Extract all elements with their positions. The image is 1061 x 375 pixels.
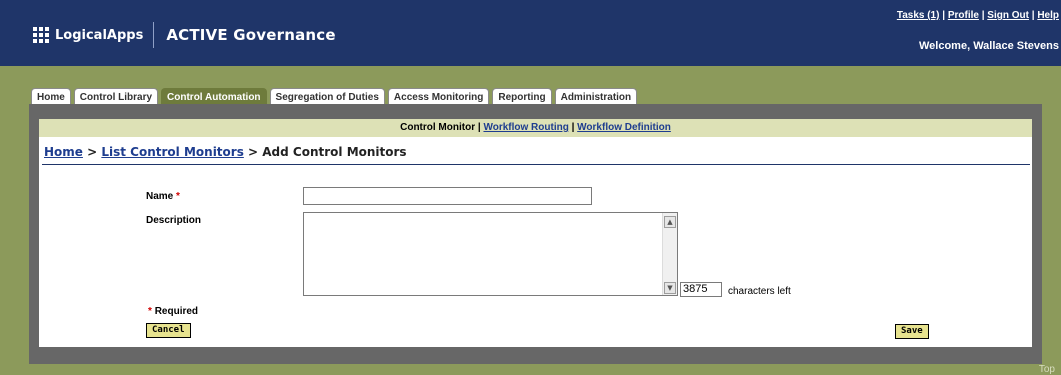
required-note-asterisk: * <box>148 306 152 317</box>
subnav-separator: | <box>568 122 578 133</box>
breadcrumb-separator: > <box>243 145 263 159</box>
main-tabs: Home Control Library Control Automation … <box>31 88 640 104</box>
description-label: Description <box>146 215 202 226</box>
breadcrumb-list-control-monitors-link[interactable]: List Control Monitors <box>101 145 243 159</box>
scroll-down-icon[interactable]: ▼ <box>664 282 676 294</box>
product-name: ACTIVE Governance <box>166 26 336 44</box>
logo-text: LogicalApps <box>55 27 144 43</box>
required-asterisk: * <box>176 191 180 202</box>
logo-divider <box>153 22 155 48</box>
help-link[interactable]: Help <box>1037 10 1059 21</box>
back-to-top-link[interactable]: Top <box>1039 364 1055 375</box>
breadcrumb-current: Add Control Monitors <box>262 145 407 159</box>
app-header: LogicalApps ACTIVE Governance Tasks (1) … <box>0 0 1061 66</box>
sub-navigation: Control Monitor | Workflow Routing | Wor… <box>39 119 1032 137</box>
name-label: Name * <box>146 191 180 202</box>
required-note: * Required <box>148 306 198 317</box>
tab-administration[interactable]: Administration <box>554 88 638 104</box>
tab-control-automation[interactable]: Control Automation <box>161 88 267 104</box>
breadcrumb: Home > List Control Monitors > Add Contr… <box>44 145 407 159</box>
subnav-workflow-routing-link[interactable]: Workflow Routing <box>483 122 568 133</box>
tab-reporting[interactable]: Reporting <box>492 88 552 104</box>
subnav-control-monitor: Control Monitor <box>400 122 476 133</box>
name-input[interactable] <box>303 187 592 205</box>
characters-left-label: characters left <box>728 286 791 297</box>
profile-link[interactable]: Profile <box>948 10 979 21</box>
description-scrollbar[interactable]: ▲ ▼ <box>662 213 677 295</box>
link-separator: | <box>939 10 948 21</box>
characters-left-counter: 3875 <box>680 282 722 297</box>
welcome-message: Welcome, Wallace Stevens <box>918 40 1059 52</box>
top-links: Tasks (1) | Profile | Sign Out | Help <box>897 10 1059 21</box>
tab-segregation-of-duties[interactable]: Segregation of Duties <box>269 88 385 104</box>
scroll-up-icon[interactable]: ▲ <box>664 216 676 228</box>
tasks-link[interactable]: Tasks (1) <box>897 10 940 21</box>
description-textarea[interactable] <box>304 213 663 295</box>
breadcrumb-home-link[interactable]: Home <box>44 145 83 159</box>
tab-control-library[interactable]: Control Library <box>73 88 159 104</box>
logo: LogicalApps ACTIVE Governance <box>33 22 336 48</box>
save-button[interactable]: Save <box>895 324 929 339</box>
breadcrumb-divider <box>42 164 1030 165</box>
logicalapps-logo-icon <box>33 27 49 43</box>
tab-home[interactable]: Home <box>31 88 71 104</box>
subnav-workflow-definition-link[interactable]: Workflow Definition <box>577 122 671 133</box>
description-field: ▲ ▼ <box>303 212 678 296</box>
cancel-button[interactable]: Cancel <box>146 323 191 338</box>
breadcrumb-separator: > <box>82 145 102 159</box>
tab-access-monitoring[interactable]: Access Monitoring <box>387 88 490 104</box>
required-note-text: Required <box>154 306 199 317</box>
sign-out-link[interactable]: Sign Out <box>987 10 1029 21</box>
name-label-text: Name <box>146 191 174 202</box>
content-panel: Control Monitor | Workflow Routing | Wor… <box>39 119 1032 347</box>
